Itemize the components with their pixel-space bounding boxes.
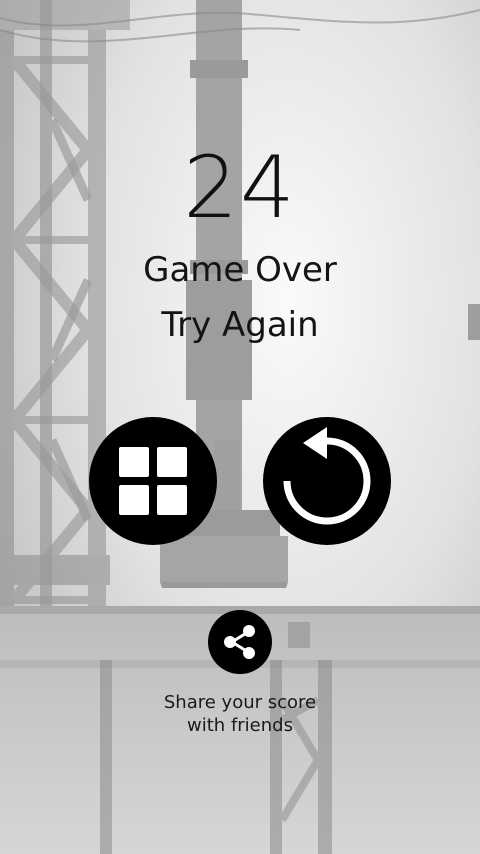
score: 24 [183,138,297,238]
share-button[interactable] [208,610,272,674]
share-icon [224,625,255,659]
share-text-line1: Share your score [163,692,317,713]
restart-icon [283,427,371,525]
menu-button[interactable] [89,417,217,545]
share-text-line2: with friends [187,715,293,736]
grid-icon [119,447,187,515]
try-again-title: Try Again [161,305,319,345]
game-over-title: Game Over [143,250,337,290]
restart-button[interactable] [263,417,391,545]
